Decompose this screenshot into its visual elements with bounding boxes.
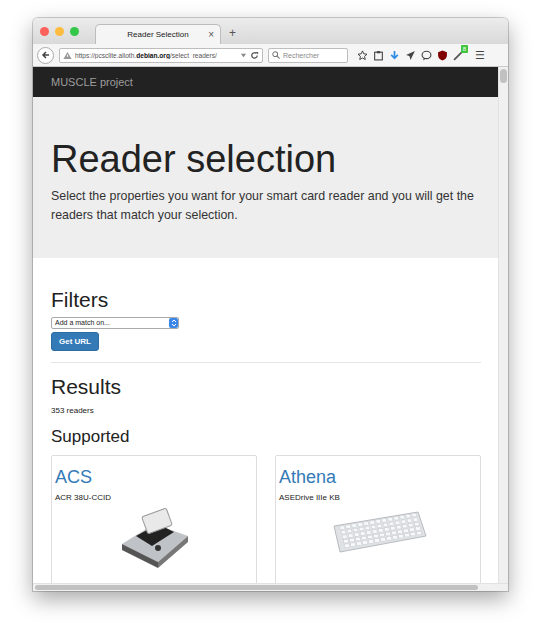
window-controls xyxy=(33,27,79,44)
horizontal-scrollbar[interactable] xyxy=(33,583,508,591)
keyboard-image xyxy=(328,506,428,556)
get-url-button[interactable]: Get URL xyxy=(51,332,99,351)
reader-card[interactable]: Athena ASEDrive IIIe KB xyxy=(275,455,481,583)
select-placeholder: Add a match on... xyxy=(55,319,110,326)
navbar-brand[interactable]: MUSCLE project xyxy=(51,76,133,88)
results-heading: Results xyxy=(51,375,481,398)
url-field[interactable]: https://pcsclite.alioth.debian.org/selec… xyxy=(59,48,263,63)
card-model: ACR 38U-CCID xyxy=(55,493,253,502)
warning-icon xyxy=(63,51,72,60)
navbar: MUSCLE project xyxy=(33,67,498,97)
card-reader-image xyxy=(114,506,194,572)
divider xyxy=(51,362,481,363)
back-button[interactable] xyxy=(37,47,54,64)
page-content: MUSCLE project Reader selection Select the… xyxy=(33,67,498,583)
chat-icon[interactable] xyxy=(421,50,432,61)
menu-button[interactable]: ☰ xyxy=(475,49,485,62)
select-arrows-icon xyxy=(169,318,178,328)
jumbotron: Reader selection Select the properties yo… xyxy=(33,97,498,258)
back-arrow-icon xyxy=(41,50,51,60)
search-icon xyxy=(272,51,280,59)
match-select[interactable]: Add a match on... xyxy=(51,317,179,329)
new-tab-button[interactable]: + xyxy=(221,26,236,44)
page-title: Reader selection xyxy=(51,139,480,181)
extension-button[interactable]: 8 xyxy=(453,50,464,61)
supported-heading: Supported xyxy=(51,428,481,447)
search-placeholder: Rechercher xyxy=(283,52,319,59)
reload-icon[interactable] xyxy=(250,51,259,60)
browser-window: Reader Selection × + https://pcsclite.aliot… xyxy=(33,18,508,591)
card-vendor[interactable]: ACS xyxy=(55,468,253,488)
zoom-window-icon[interactable] xyxy=(70,27,79,36)
reader-picture xyxy=(55,502,253,572)
send-icon[interactable] xyxy=(405,50,416,61)
card-vendor[interactable]: Athena xyxy=(279,468,477,488)
main-container: Filters Add a match on... Get URL Results 35… xyxy=(33,258,498,583)
bookmark-star-icon[interactable] xyxy=(357,50,368,61)
search-field[interactable]: Rechercher xyxy=(268,48,348,63)
toolbar-icons: 8☰ xyxy=(357,49,485,62)
tab-close-button[interactable]: × xyxy=(208,29,214,40)
extension-badge: 8 xyxy=(461,45,468,53)
page-viewport: MUSCLE project Reader selection Select the… xyxy=(33,67,508,583)
card-model: ASEDrive IIIe KB xyxy=(279,493,477,502)
horizontal-scroll-thumb[interactable] xyxy=(35,585,478,590)
dropdown-icon[interactable] xyxy=(240,52,247,59)
reader-cards: ACS ACR 38U-CCID Athena ASEDrive IIIe KB xyxy=(51,455,481,583)
library-icon[interactable] xyxy=(373,50,384,61)
ublock-shield-icon[interactable] xyxy=(437,50,448,61)
browser-tab[interactable]: Reader Selection × xyxy=(95,24,221,44)
navigation-toolbar: https://pcsclite.alioth.debian.org/selec… xyxy=(33,44,508,67)
results-count: 353 readers xyxy=(51,406,481,415)
vertical-scrollbar[interactable] xyxy=(498,67,508,583)
reader-picture xyxy=(279,502,477,556)
tab-title: Reader Selection xyxy=(127,30,188,39)
close-window-icon[interactable] xyxy=(40,27,49,36)
filters-heading: Filters xyxy=(51,288,481,311)
screen: Reader Selection × + https://pcsclite.aliot… xyxy=(0,0,541,640)
url-text: https://pcsclite.alioth.debian.org/selec… xyxy=(75,52,237,59)
reader-card[interactable]: ACS ACR 38U-CCID xyxy=(51,455,257,583)
vertical-scroll-thumb[interactable] xyxy=(500,69,507,83)
download-icon[interactable] xyxy=(389,50,400,61)
minimize-window-icon[interactable] xyxy=(55,27,64,36)
lead-text: Select the properties you want for your … xyxy=(51,187,480,225)
title-bar: Reader Selection × + xyxy=(33,18,508,44)
